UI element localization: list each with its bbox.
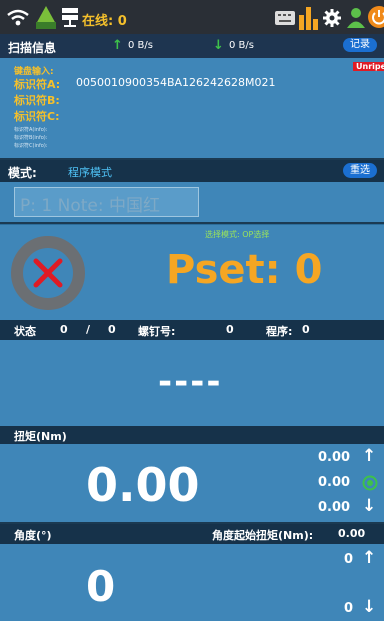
download-rate: 0 B/s <box>229 40 254 51</box>
identifier-a-label: 标识符A: <box>14 78 61 91</box>
angle-down-arrow-icon: ↓ <box>362 597 377 617</box>
torque-up-arrow-icon: ↑ <box>362 446 377 466</box>
angle-up-arrow-icon: ↑ <box>362 548 377 568</box>
mode-header: 模式: 程序模式 重选 <box>0 160 384 182</box>
mode-label: 模式: <box>8 166 37 180</box>
identifier-a-info: 标识符A(info): <box>14 127 48 133</box>
user-icon[interactable] <box>346 7 366 29</box>
torque-lower-limit: 0.00 <box>318 500 351 515</box>
scan-info-title: 扫描信息 <box>8 41 57 55</box>
status-row: 状态 0 / 0 螺钉号: 0 程序: 0 <box>0 320 384 340</box>
bar-chart-icon[interactable] <box>298 5 320 31</box>
power-icon[interactable] <box>368 6 384 28</box>
record-button[interactable]: 记录 <box>343 38 377 52</box>
torque-down-arrow-icon: ↓ <box>362 496 377 516</box>
torque-header: 扭矩(Nm) <box>0 426 384 444</box>
angle-value: 0 <box>86 562 116 611</box>
angle-lower-limit: 0 <box>344 601 354 616</box>
screw-number-value: 0 <box>226 323 234 336</box>
reselect-button[interactable]: 重选 <box>343 163 377 178</box>
server-icon <box>62 8 78 27</box>
torque-value: 0.00 <box>86 458 200 512</box>
keyboard-icon[interactable] <box>274 10 296 26</box>
identifier-a-value: 0050010900354BA126242628M021 <box>76 76 276 89</box>
router-online-icon <box>36 6 56 29</box>
angle-start-torque-label: 角度起始扭矩(Nm): <box>212 529 314 542</box>
count-total: 0 <box>108 323 116 336</box>
identifier-c-label: 标识符C: <box>14 110 60 123</box>
selection-mode-label: 选择模式: OP选择 <box>205 230 270 239</box>
identifier-c-info: 标识符C(info): <box>14 143 48 149</box>
torque-upper-limit: 0.00 <box>318 450 351 465</box>
count-done: 0 <box>60 323 68 336</box>
torque-title: 扭矩(Nm) <box>14 430 67 443</box>
result-placeholder: ---- <box>158 362 223 402</box>
gear-icon[interactable] <box>322 8 342 28</box>
mode-value: 程序模式 <box>68 166 112 179</box>
pset-panel: 选择模式: OP选择 Pset: 0 <box>0 224 384 321</box>
identifier-b-info: 标识符B(info): <box>14 135 48 141</box>
program-number-value: 0 <box>302 323 310 336</box>
top-status-bar: 在线: 0 <box>0 0 384 34</box>
scan-info-panel: 键盘输入: 标识符A: 0050010900354BA126242628M021… <box>0 58 384 158</box>
identifier-b-label: 标识符B: <box>14 94 60 107</box>
program-number-label: 程序: <box>266 325 293 338</box>
angle-start-torque-value: 0.00 <box>338 527 366 540</box>
error-status-icon <box>11 236 85 310</box>
unripe-badge: Unripe <box>353 62 384 71</box>
result-panel: ---- <box>0 340 384 426</box>
count-separator: / <box>86 323 91 336</box>
target-icon <box>362 475 378 491</box>
upload-rate: 0 B/s <box>128 40 153 51</box>
online-count-label: 在线: 0 <box>82 14 127 29</box>
torque-target: 0.00 <box>318 475 351 490</box>
angle-panel: 0 0 ↑ 0 ↓ <box>0 544 384 621</box>
wifi-icon <box>7 9 29 26</box>
angle-header: 角度(°) 角度起始扭矩(Nm): 0.00 <box>0 524 384 544</box>
program-select[interactable]: P: 1 Note: 中国红 <box>14 187 199 217</box>
angle-upper-limit: 0 <box>344 552 354 567</box>
scan-info-header: 扫描信息 ↑ 0 B/s ↓ 0 B/s 记录 <box>0 34 384 58</box>
screw-number-label: 螺钉号: <box>138 325 176 338</box>
program-selector-panel: P: 1 Note: 中国红 <box>0 182 384 222</box>
program-select-value: P: 1 Note: 中国红 <box>20 196 160 216</box>
pset-value: Pset: 0 <box>166 247 323 293</box>
upload-arrow-icon: ↑ <box>112 38 123 53</box>
state-label: 状态 <box>14 325 36 338</box>
torque-panel: 0.00 0.00 ↑ 0.00 0.00 ↓ <box>0 444 384 522</box>
download-arrow-icon: ↓ <box>213 38 224 53</box>
angle-title: 角度(°) <box>14 529 52 542</box>
